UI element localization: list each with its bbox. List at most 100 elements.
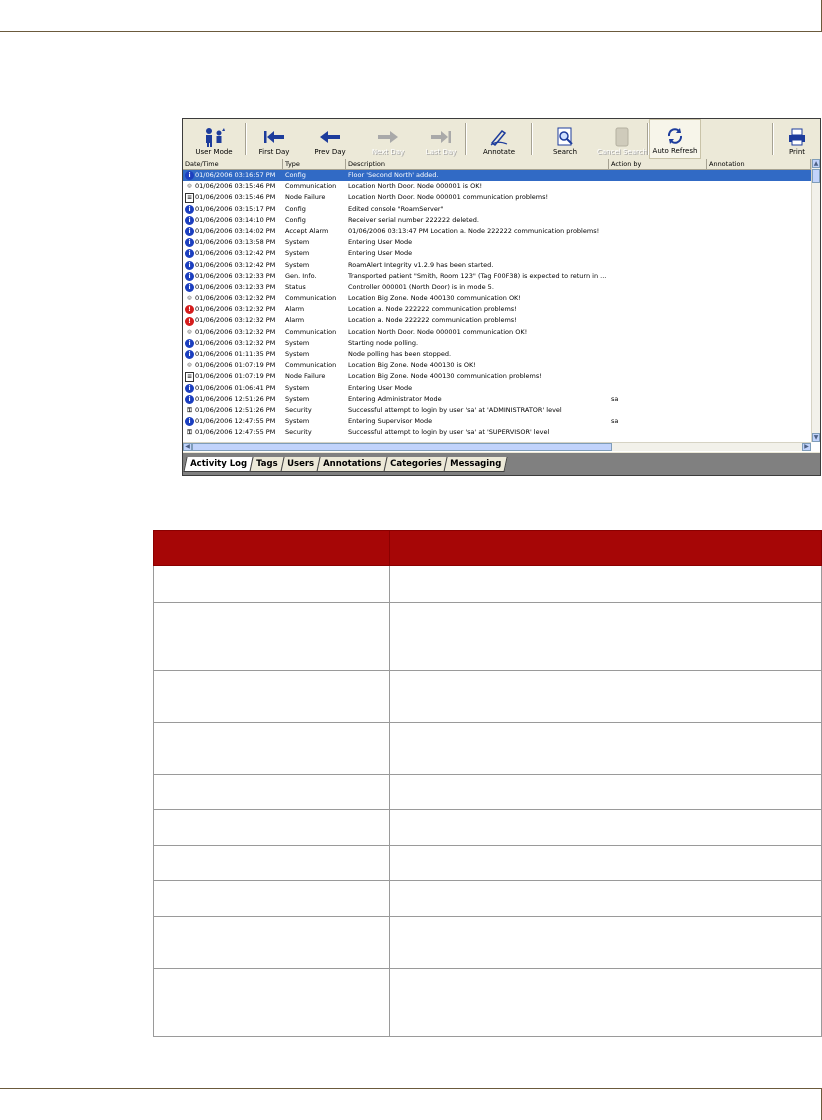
- cell-action-by: [609, 282, 707, 293]
- tab-annotations[interactable]: Annotations: [315, 457, 388, 472]
- page-footer-rule: [0, 1088, 822, 1120]
- cell-action-by: [609, 304, 707, 315]
- table-row[interactable]: i 01/06/2006 12:47:55 PM System Entering Su…: [183, 416, 811, 427]
- cell-action-by: [609, 338, 707, 349]
- table-row[interactable]: i 01/06/2006 03:12:42 PM System RoamAlert I…: [183, 260, 811, 271]
- cell-annotation: [707, 282, 811, 293]
- tab-messaging[interactable]: Messaging: [443, 457, 509, 472]
- cell-annotation: [707, 204, 811, 215]
- table-row[interactable]: ! 01/06/2006 03:12:32 PM Alarm Location a. …: [183, 315, 811, 326]
- cell-type: Config: [285, 171, 306, 179]
- table-row[interactable]: ≡ 01/06/2006 01:07:19 PM Node Failure Locat…: [183, 371, 811, 382]
- cell-annotation: [707, 181, 811, 192]
- tab-tags[interactable]: Tags: [249, 457, 285, 472]
- last-day-button[interactable]: Last Day: [417, 119, 465, 159]
- table-row: [153, 602, 822, 671]
- table-row[interactable]: i 01/06/2006 03:12:32 PM System Starting no…: [183, 338, 811, 349]
- cell-description: Transported patient "Smith, Room 123" (T…: [348, 271, 607, 280]
- scroll-left-icon[interactable]: ◀: [183, 443, 192, 451]
- cell-description: Location Big Zone. Node 400130 is OK!: [348, 361, 476, 370]
- cell-type: Config: [285, 215, 306, 224]
- scroll-down-icon[interactable]: ▼: [812, 433, 820, 442]
- next-day-icon: [376, 127, 400, 147]
- datetime-text: 01/06/2006 03:15:46 PM: [195, 193, 276, 202]
- horizontal-scrollbar[interactable]: ◀ ▶: [183, 442, 811, 451]
- cell-description: Location North Door. Node 000001 communi…: [348, 193, 549, 202]
- cell-description: Entering User Mode: [348, 238, 413, 247]
- table-row[interactable]: i 01/06/2006 03:16:57 PM Config Floor 'Seco…: [183, 170, 811, 182]
- comm-icon: ◎: [185, 182, 194, 192]
- tab-categories[interactable]: Categories: [383, 457, 449, 472]
- page-header-rule: [0, 0, 822, 32]
- table-row[interactable]: ⚿ 01/06/2006 12:47:55 PM Security Successfu…: [183, 427, 811, 438]
- info-icon: i: [185, 260, 194, 270]
- search-button[interactable]: Search: [533, 119, 597, 159]
- cell-type: Node Failure: [285, 372, 326, 381]
- table-row: [153, 809, 822, 846]
- next-day-button[interactable]: Next Day: [359, 119, 417, 159]
- user-mode-button[interactable]: User Mode: [183, 119, 245, 159]
- table-row[interactable]: i 01/06/2006 03:13:58 PM System Entering Us…: [183, 237, 811, 248]
- vertical-scrollbar[interactable]: ▲ ▼: [811, 159, 820, 442]
- cell-description: Successful attempt to login by user 'sa'…: [348, 428, 550, 437]
- table-row[interactable]: ⚿ 01/06/2006 12:51:26 PM Security Successfu…: [183, 405, 811, 416]
- column-header-action-by[interactable]: Action by: [609, 159, 707, 169]
- cell-action-by: [609, 181, 707, 192]
- prev-day-button[interactable]: Prev Day: [301, 119, 359, 159]
- cell-description: RoamAlert Integrity v1.2.9 has been star…: [348, 260, 494, 269]
- scroll-up-icon[interactable]: ▲: [812, 159, 820, 168]
- datetime-text: 01/06/2006 12:51:26 PM: [195, 405, 276, 414]
- cancel-search-button[interactable]: Cancel Search: [597, 119, 647, 159]
- table-row[interactable]: i 01/06/2006 03:15:17 PM Config Edited cons…: [183, 204, 811, 215]
- table-row[interactable]: i 01/06/2006 12:51:26 PM System Entering Ad…: [183, 394, 811, 405]
- vertical-scroll-thumb[interactable]: [812, 169, 820, 183]
- auto-refresh-button[interactable]: Auto Refresh: [649, 119, 701, 159]
- column-header-datetime[interactable]: Date/Time: [183, 159, 283, 169]
- cell-annotation: [707, 360, 811, 371]
- print-button[interactable]: Print: [774, 119, 820, 159]
- datetime-text: 01/06/2006 01:06:41 PM: [195, 383, 276, 392]
- table-row[interactable]: ≡ 01/06/2006 03:15:46 PM Node Failure Locat…: [183, 192, 811, 203]
- table-row[interactable]: i 01/06/2006 03:12:42 PM System Entering Us…: [183, 248, 811, 259]
- cell-datetime: ⚿ 01/06/2006 12:47:55 PM: [183, 427, 283, 438]
- cell-datetime: i 01/06/2006 03:14:02 PM: [183, 226, 283, 237]
- cell-action-by: [609, 383, 707, 394]
- table-row[interactable]: i 01/06/2006 03:12:33 PM Gen. Info. Transpo…: [183, 271, 811, 282]
- user-mode-icon: [202, 127, 226, 147]
- annotate-button[interactable]: Annotate: [467, 119, 531, 159]
- cell-type: Config: [285, 204, 306, 213]
- cell-annotation: [707, 226, 811, 237]
- table-row[interactable]: i 01/06/2006 03:14:10 PM Config Receiver se…: [183, 215, 811, 226]
- search-icon: [553, 127, 577, 147]
- table-row[interactable]: i 01/06/2006 01:11:35 PM System Node pollin…: [183, 349, 811, 360]
- first-day-button[interactable]: First Day: [247, 119, 301, 159]
- scroll-right-icon[interactable]: ▶: [802, 443, 811, 451]
- cell-description: Location North Door. Node 000001 communi…: [348, 327, 528, 336]
- datetime-text: 01/06/2006 03:12:32 PM: [195, 305, 276, 314]
- table-row[interactable]: ! 01/06/2006 03:12:32 PM Alarm Location a. …: [183, 304, 811, 315]
- horizontal-scroll-thumb[interactable]: [192, 443, 612, 451]
- table-row[interactable]: ◎ 01/06/2006 01:07:19 PM Communication Loca…: [183, 360, 811, 371]
- table-row: [153, 774, 822, 810]
- info-icon: i: [185, 350, 194, 360]
- cell-type: Alarm: [285, 316, 305, 325]
- tab-users[interactable]: Users: [279, 457, 321, 472]
- datetime-text: 01/06/2006 01:07:19 PM: [195, 361, 276, 370]
- column-header-description[interactable]: Description: [346, 159, 609, 169]
- table-row[interactable]: i 01/06/2006 01:06:41 PM System Entering Us…: [183, 383, 811, 394]
- table-row[interactable]: ◎ 01/06/2006 03:12:32 PM Communication Loca…: [183, 293, 811, 304]
- cell-type: Communication: [285, 361, 337, 370]
- table-row[interactable]: i 01/06/2006 03:14:02 PM Accept Alarm 01/06…: [183, 226, 811, 237]
- table-row[interactable]: ◎ 01/06/2006 03:15:46 PM Communication Loca…: [183, 181, 811, 192]
- table-row[interactable]: ◎ 01/06/2006 03:12:32 PM Communication Loca…: [183, 327, 811, 338]
- cell-action-by: [609, 349, 707, 360]
- cell-action-by: [609, 405, 707, 416]
- tab-activity-log[interactable]: Activity Log: [183, 457, 254, 472]
- print-icon: [785, 127, 809, 147]
- column-header-type[interactable]: Type: [283, 159, 346, 169]
- table-row: [153, 916, 822, 969]
- comm-icon: ◎: [185, 327, 194, 337]
- cell-action-by: [609, 204, 707, 215]
- table-row[interactable]: i 01/06/2006 03:12:33 PM Status Controller …: [183, 282, 811, 293]
- column-header-annotation[interactable]: Annotation: [707, 159, 811, 169]
